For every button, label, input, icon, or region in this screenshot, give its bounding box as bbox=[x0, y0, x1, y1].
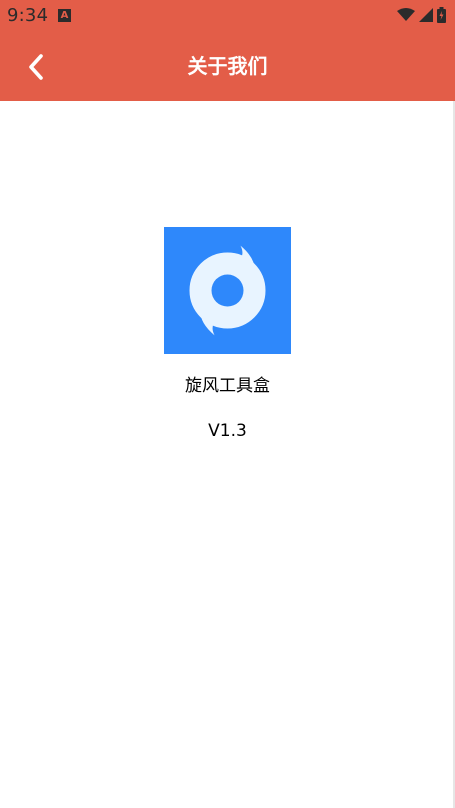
battery-icon bbox=[437, 7, 446, 23]
app-version: V1.3 bbox=[208, 421, 247, 441]
chevron-left-icon bbox=[29, 54, 43, 80]
cyclone-logo-icon bbox=[189, 245, 266, 336]
back-button[interactable] bbox=[18, 49, 54, 85]
app-logo bbox=[164, 227, 291, 354]
status-time: 9:34 bbox=[7, 5, 49, 26]
wifi-icon bbox=[397, 8, 415, 21]
app-header: 9:34 A 关于我们 bbox=[0, 0, 455, 101]
app-name: 旋风工具盒 bbox=[185, 376, 270, 396]
signal-icon bbox=[419, 8, 433, 22]
about-screen: 9:34 A 关于我们 旋风工具盒 V1.3 bbox=[0, 0, 455, 808]
notification-a-icon: A bbox=[58, 9, 71, 22]
toolbar: 关于我们 bbox=[0, 32, 455, 101]
status-icons bbox=[397, 6, 446, 24]
status-bar: 9:34 A bbox=[0, 0, 455, 32]
page-title: 关于我们 bbox=[187, 54, 268, 78]
